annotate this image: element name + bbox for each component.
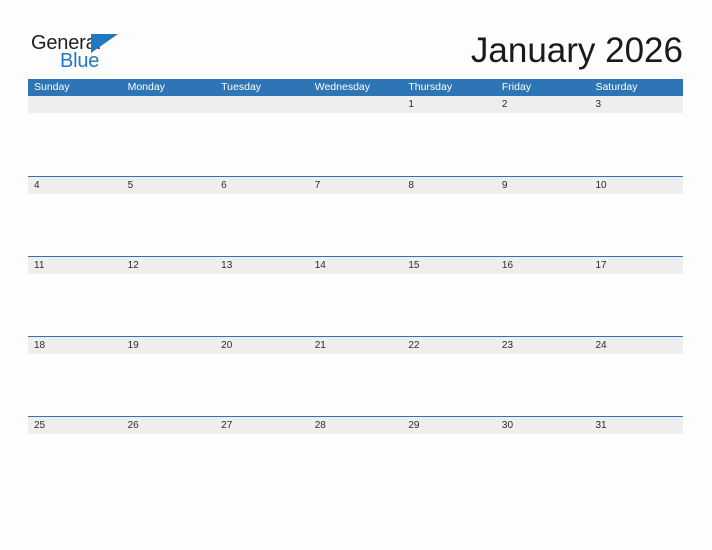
day-cell[interactable]: 23 bbox=[496, 337, 590, 354]
day-cell[interactable]: 28 bbox=[309, 417, 403, 434]
week-row: 18 19 20 21 22 23 24 bbox=[28, 336, 683, 417]
week-date-band: 11 12 13 14 15 16 17 bbox=[28, 256, 683, 274]
day-cell[interactable]: 25 bbox=[28, 417, 122, 434]
week-body bbox=[28, 434, 683, 497]
weekday-monday: Monday bbox=[127, 81, 165, 93]
day-cell[interactable]: 3 bbox=[589, 96, 683, 113]
day-cell[interactable]: 9 bbox=[496, 177, 590, 194]
weekday-header-row: Sunday Monday Tuesday Wednesday Thursday… bbox=[28, 79, 683, 96]
day-cell[interactable]: 31 bbox=[589, 417, 683, 434]
weekday-friday: Friday bbox=[501, 81, 532, 93]
day-cell[interactable]: 22 bbox=[402, 337, 496, 354]
day-cell[interactable]: 10 bbox=[589, 177, 683, 194]
week-row: 25 26 27 28 29 30 31 bbox=[28, 416, 683, 497]
week-body bbox=[28, 354, 683, 417]
day-cell[interactable]: 30 bbox=[496, 417, 590, 434]
day-cell[interactable]: 29 bbox=[402, 417, 496, 434]
day-cell[interactable]: 21 bbox=[309, 337, 403, 354]
day-cell[interactable] bbox=[309, 96, 403, 113]
week-body bbox=[28, 113, 683, 176]
day-cell[interactable] bbox=[122, 96, 216, 113]
day-cell[interactable] bbox=[28, 96, 122, 113]
week-date-band: 1 2 3 bbox=[28, 96, 683, 113]
weekday-sunday: Sunday bbox=[34, 81, 70, 93]
week-date-band: 4 5 6 7 8 9 10 bbox=[28, 176, 683, 194]
day-cell[interactable]: 12 bbox=[122, 257, 216, 274]
brand-logo[interactable]: General Blue bbox=[31, 33, 123, 71]
day-cell[interactable]: 13 bbox=[215, 257, 309, 274]
weekday-saturday: Saturday bbox=[595, 81, 638, 93]
day-cell[interactable]: 27 bbox=[215, 417, 309, 434]
week-date-band: 25 26 27 28 29 30 31 bbox=[28, 416, 683, 434]
day-cell[interactable]: 4 bbox=[28, 177, 122, 194]
day-cell[interactable]: 5 bbox=[122, 177, 216, 194]
day-cell[interactable]: 2 bbox=[496, 96, 590, 113]
week-row: 4 5 6 7 8 9 10 bbox=[28, 176, 683, 257]
day-cell[interactable]: 7 bbox=[309, 177, 403, 194]
week-row: 11 12 13 14 15 16 17 bbox=[28, 256, 683, 337]
day-cell[interactable]: 20 bbox=[215, 337, 309, 354]
brand-name-blue: Blue bbox=[60, 50, 100, 72]
day-cell[interactable]: 16 bbox=[496, 257, 590, 274]
day-cell[interactable]: 6 bbox=[215, 177, 309, 194]
weekday-thursday: Thursday bbox=[408, 81, 453, 93]
week-body bbox=[28, 194, 683, 257]
day-cell[interactable]: 15 bbox=[402, 257, 496, 274]
week-date-band: 18 19 20 21 22 23 24 bbox=[28, 336, 683, 354]
calendar-page: General Blue January 2026 Sunday Monday … bbox=[0, 0, 712, 550]
page-title: January 2026 bbox=[470, 31, 683, 70]
weekday-tuesday: Tuesday bbox=[221, 81, 262, 93]
day-cell[interactable]: 18 bbox=[28, 337, 122, 354]
day-cell[interactable]: 14 bbox=[309, 257, 403, 274]
day-cell[interactable]: 24 bbox=[589, 337, 683, 354]
day-cell[interactable]: 1 bbox=[402, 96, 496, 113]
day-cell[interactable]: 17 bbox=[589, 257, 683, 274]
day-cell[interactable] bbox=[215, 96, 309, 113]
calendar-grid: Sunday Monday Tuesday Wednesday Thursday… bbox=[28, 79, 683, 497]
page-header: General Blue January 2026 bbox=[0, 0, 712, 78]
day-cell[interactable]: 19 bbox=[122, 337, 216, 354]
day-cell[interactable]: 11 bbox=[28, 257, 122, 274]
week-row: 1 2 3 bbox=[28, 96, 683, 176]
day-cell[interactable]: 8 bbox=[402, 177, 496, 194]
day-cell[interactable]: 26 bbox=[122, 417, 216, 434]
week-body bbox=[28, 274, 683, 337]
weekday-wednesday: Wednesday bbox=[314, 81, 370, 93]
